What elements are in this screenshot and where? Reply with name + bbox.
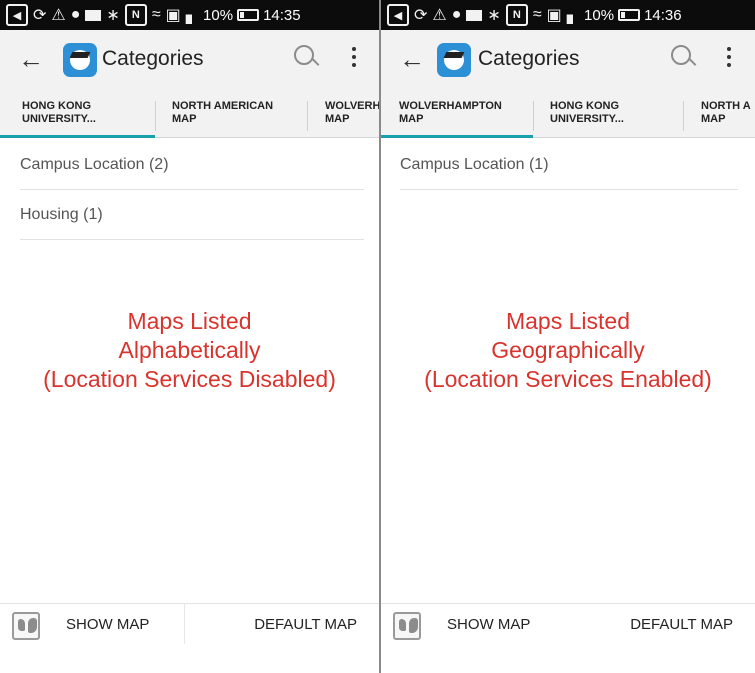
overflow-menu-icon[interactable] bbox=[351, 45, 357, 69]
bluetooth-icon: ∗ bbox=[106, 7, 120, 24]
search-icon[interactable] bbox=[294, 45, 320, 71]
phone-screen-left: ◀ ⟳ ⚠ ● ∗ N ≈ ▣ ▖ 10% 14:35 ← Categories… bbox=[0, 0, 379, 673]
selected-tab-indicator bbox=[381, 135, 533, 138]
tab-divider bbox=[307, 101, 308, 131]
battery-percent: 10% bbox=[203, 6, 234, 24]
show-map-button[interactable]: SHOW MAP bbox=[431, 604, 566, 644]
nfc-icon: ◀ bbox=[387, 4, 409, 26]
overflow-menu-icon[interactable] bbox=[726, 45, 732, 69]
phone-screen-right: ◀ ⟳ ⚠ ● ∗ N ≈ ▣ ▖ 10% 14:36 ← Categories… bbox=[381, 0, 755, 673]
selected-tab-indicator bbox=[0, 135, 155, 138]
world-map-icon[interactable] bbox=[12, 612, 40, 640]
wifi-icon: ≈ bbox=[532, 6, 542, 23]
status-bar: ◀ ⟳ ⚠ ● ∗ N ≈ ▣ ▖ 10% 14:36 bbox=[381, 0, 755, 30]
page-title: Categories bbox=[478, 47, 580, 70]
default-map-button[interactable]: DEFAULT MAP bbox=[254, 604, 357, 644]
signal-icon: ▖ bbox=[566, 7, 580, 24]
warning-icon: ⚠ bbox=[432, 7, 447, 24]
list-item-housing[interactable]: Housing (1) bbox=[20, 190, 364, 240]
battery-icon bbox=[237, 9, 260, 21]
annotation-text: Maps Listed Geographically (Location Ser… bbox=[424, 308, 712, 392]
cast-icon: ▣ bbox=[546, 7, 562, 24]
back-arrow-icon[interactable]: ← bbox=[399, 44, 425, 74]
search-icon[interactable] bbox=[671, 45, 697, 71]
world-map-icon[interactable] bbox=[393, 612, 421, 640]
tab-wolverhampton-map[interactable]: WOLVERH MAP bbox=[325, 100, 379, 126]
list-item-campus-location[interactable]: Campus Location (2) bbox=[20, 140, 364, 190]
clock: 14:35 bbox=[263, 6, 301, 24]
status-bar: ◀ ⟳ ⚠ ● ∗ N ≈ ▣ ▖ 10% 14:35 bbox=[0, 0, 379, 30]
clock: 14:36 bbox=[644, 6, 682, 24]
app-bar: ← Categories bbox=[0, 30, 379, 90]
link-icon: ⟳ bbox=[33, 7, 47, 24]
nfc-icon: ◀ bbox=[6, 4, 28, 26]
category-tabs: HONG KONG UNIVERSITY... NORTH AMERICAN M… bbox=[0, 90, 379, 138]
back-arrow-icon[interactable]: ← bbox=[18, 44, 44, 74]
graduation-cap-logo-icon bbox=[437, 43, 471, 77]
page-title: Categories bbox=[102, 47, 204, 70]
notification-icon bbox=[466, 9, 483, 21]
cast-icon: ▣ bbox=[165, 7, 181, 24]
show-map-button[interactable]: SHOW MAP bbox=[50, 604, 185, 644]
graduation-cap-logo-icon bbox=[63, 43, 97, 77]
bottom-bar: SHOW MAP DEFAULT MAP bbox=[381, 603, 755, 673]
n-icon: N bbox=[124, 4, 147, 26]
battery-icon bbox=[618, 9, 641, 21]
person-icon: ● bbox=[70, 6, 81, 23]
signal-icon: ▖ bbox=[185, 7, 199, 24]
warning-icon: ⚠ bbox=[51, 7, 66, 24]
wifi-icon: ≈ bbox=[151, 6, 161, 23]
link-icon: ⟳ bbox=[414, 7, 428, 24]
battery-percent: 10% bbox=[584, 6, 615, 24]
bluetooth-icon: ∗ bbox=[487, 7, 501, 24]
tab-north-american-map[interactable]: NORTH AMERICAN MAP bbox=[172, 100, 273, 126]
tab-divider bbox=[533, 101, 534, 131]
tab-divider bbox=[155, 101, 156, 131]
person-icon: ● bbox=[451, 6, 462, 23]
annotation-text: Maps Listed Alphabetically (Location Ser… bbox=[43, 308, 336, 392]
n-icon: N bbox=[505, 4, 528, 26]
tab-hong-kong-university[interactable]: HONG KONG UNIVERSITY... bbox=[550, 100, 624, 126]
bottom-bar: SHOW MAP DEFAULT MAP bbox=[0, 603, 379, 673]
tab-wolverhampton-map[interactable]: WOLVERHAMPTON MAP bbox=[399, 100, 502, 126]
tab-north-american-map[interactable]: NORTH A MAP bbox=[701, 100, 751, 126]
category-list: Campus Location (2) Housing (1) bbox=[20, 140, 364, 240]
tab-divider bbox=[683, 101, 684, 131]
tab-hong-kong-university[interactable]: HONG KONG UNIVERSITY... bbox=[22, 100, 96, 126]
notification-icon bbox=[85, 9, 102, 21]
category-list: Campus Location (1) bbox=[400, 140, 738, 190]
app-bar: ← Categories bbox=[381, 30, 755, 90]
default-map-button[interactable]: DEFAULT MAP bbox=[630, 604, 733, 644]
category-tabs: WOLVERHAMPTON MAP HONG KONG UNIVERSITY..… bbox=[381, 90, 755, 138]
list-item-campus-location[interactable]: Campus Location (1) bbox=[400, 140, 738, 190]
